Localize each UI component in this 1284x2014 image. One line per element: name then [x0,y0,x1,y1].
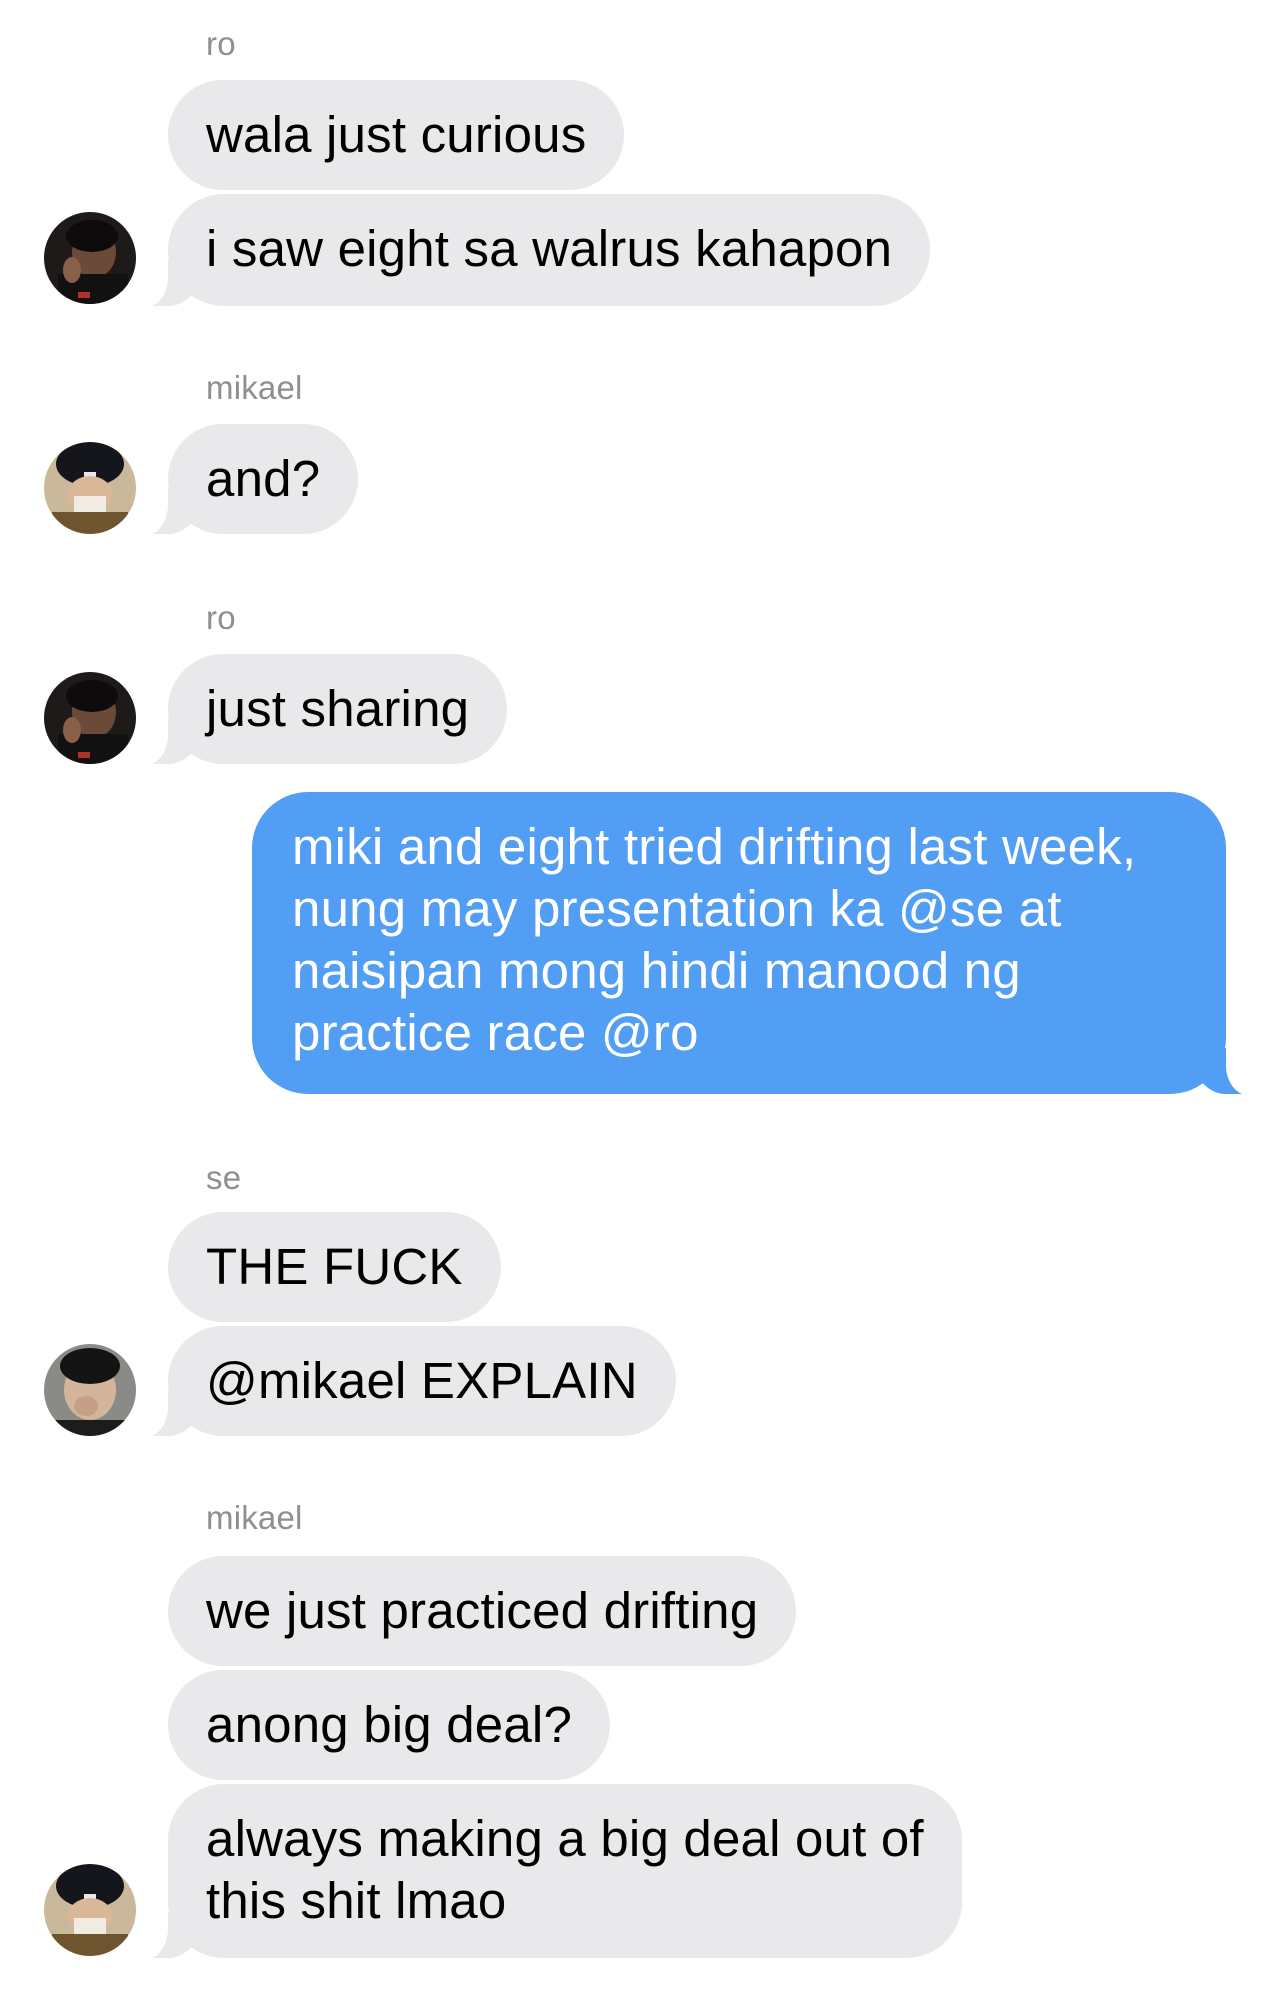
message-text: @mikael EXPLAIN [206,1352,638,1409]
message-bubble[interactable]: and? [127,424,359,535]
sender-name: ro [206,25,236,62]
message-text: wala just curious [206,106,587,163]
message-bubble[interactable]: just sharing [127,654,508,765]
sender-name: ro [206,599,236,636]
message-bubble[interactable]: @mikael EXPLAIN [128,1326,676,1437]
message-text: we just practiced drifting [206,1582,759,1639]
message-text: THE FUCK [206,1238,463,1295]
message-bubble[interactable]: anong big deal? [168,1670,611,1780]
mikael-avatar-icon[interactable] [44,1864,136,1956]
message-bubble[interactable]: THE FUCK [168,1212,501,1322]
sender-name: mikael [206,369,303,406]
ro-avatar-icon[interactable] [44,212,136,304]
se-avatar-icon[interactable] [44,1344,136,1436]
message-text: always making a big deal out of this shi… [206,1810,924,1929]
message-text: i saw eight sa walrus kahapon [206,220,893,277]
sender-name: mikael [206,1499,303,1536]
mikael-avatar-icon[interactable] [44,442,136,534]
sender-name: se [206,1159,242,1196]
message-bubble[interactable]: we just practiced drifting [168,1556,797,1666]
message-bubble[interactable]: wala just curious [168,80,625,190]
message-text: and? [206,450,321,507]
ro-avatar-icon[interactable] [44,672,136,764]
message-text: miki and eight tried drifting last week,… [292,818,1137,1061]
message-text: just sharing [206,680,470,737]
outgoing-message-bubble[interactable]: miki and eight tried drifting last week,… [252,792,1266,1095]
message-bubble[interactable]: i saw eight sa walrus kahapon [127,194,931,307]
message-text: anong big deal? [206,1696,573,1753]
message-bubble[interactable]: always making a big deal out of this shi… [128,1784,962,1959]
